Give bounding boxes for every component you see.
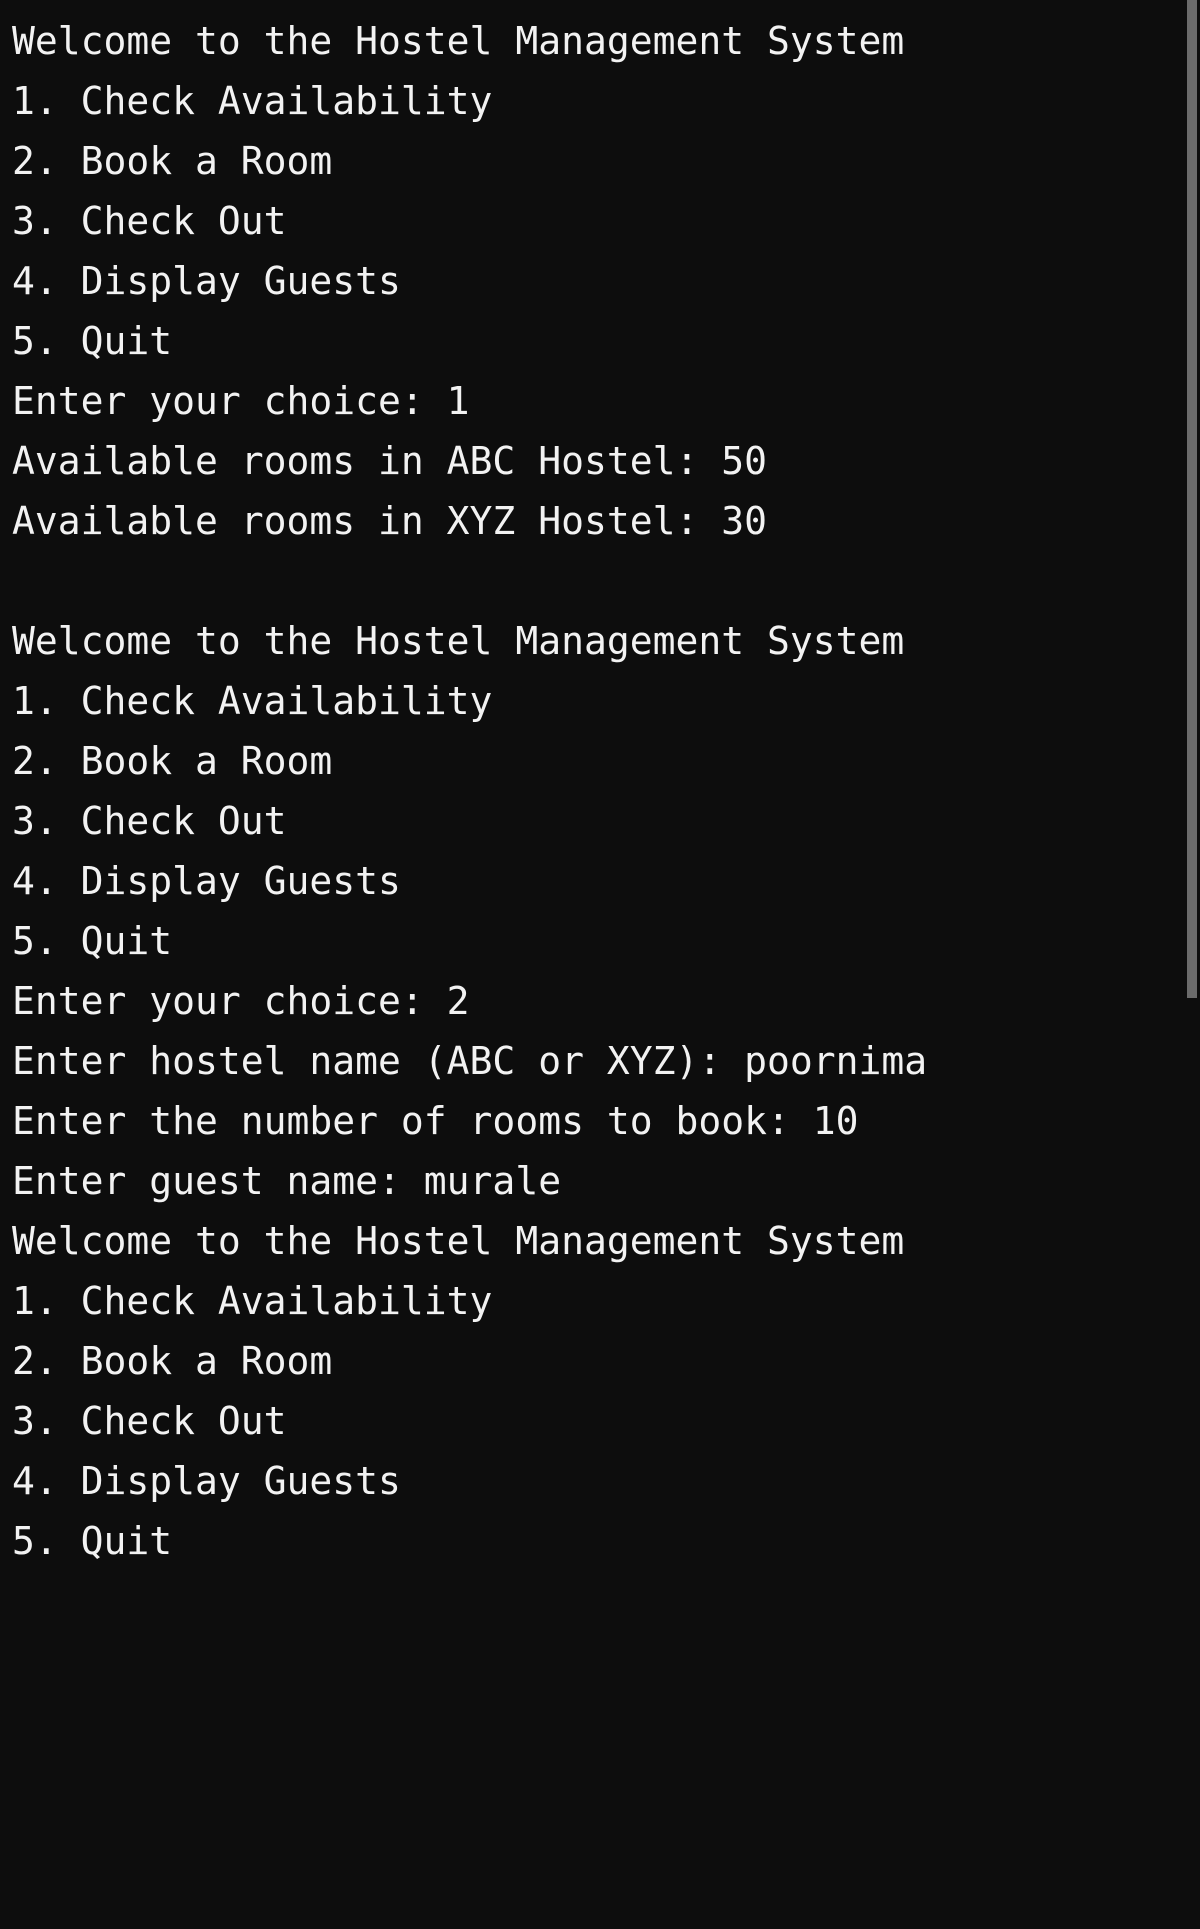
terminal-window[interactable]: Welcome to the Hostel Management System 1… [0,0,1200,1929]
terminal-line: Welcome to the Hostel Management System [12,1219,905,1263]
terminal-line: 1. Check Availability [12,1279,493,1323]
terminal-line: Enter guest name: murale [12,1159,562,1203]
terminal-line: 2. Book a Room [12,1339,333,1383]
console-output: Welcome to the Hostel Management System 1… [0,0,927,1571]
terminal-line: 4. Display Guests [12,859,401,903]
terminal-line: Available rooms in XYZ Hostel: 30 [12,499,767,543]
terminal-line: 4. Display Guests [12,1459,401,1503]
vertical-scrollbar-track[interactable] [1186,0,1200,1929]
terminal-line: 5. Quit [12,319,173,363]
terminal-line: 4. Display Guests [12,259,401,303]
terminal-line: 3. Check Out [12,1399,287,1443]
terminal-line: 2. Book a Room [12,739,333,783]
terminal-line: Enter your choice: 1 [12,379,470,423]
terminal-line: 3. Check Out [12,799,287,843]
terminal-line: 1. Check Availability [12,679,493,723]
terminal-line: 1. Check Availability [12,79,493,123]
terminal-line: Enter your choice: 2 [12,979,470,1023]
terminal-line: 5. Quit [12,919,173,963]
terminal-line: Enter hostel name (ABC or XYZ): poornima [12,1039,928,1083]
terminal-line: Welcome to the Hostel Management System [12,619,905,663]
terminal-line: 5. Quit [12,1519,173,1563]
terminal-line: 3. Check Out [12,199,287,243]
terminal-line: Available rooms in ABC Hostel: 50 [12,439,767,483]
terminal-line: Enter the number of rooms to book: 10 [12,1099,859,1143]
terminal-line: 2. Book a Room [12,139,333,183]
terminal-line: Welcome to the Hostel Management System [12,19,905,63]
vertical-scrollbar-thumb[interactable] [1187,0,1197,998]
